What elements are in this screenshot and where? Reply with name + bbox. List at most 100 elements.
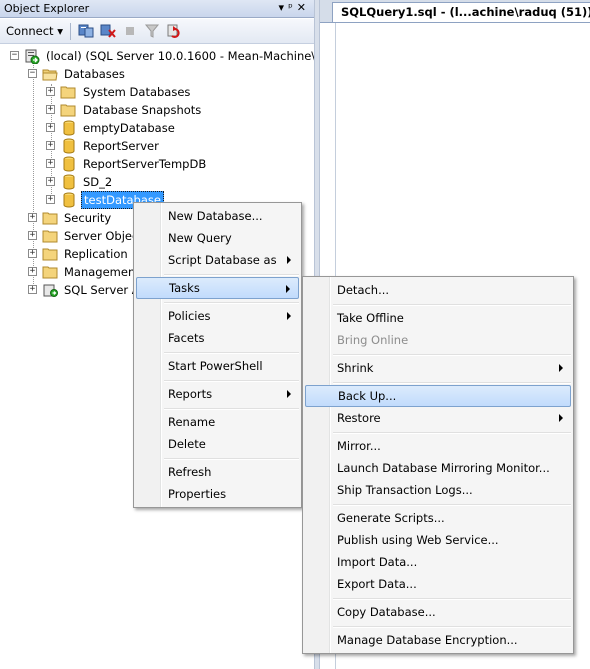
menu-item-export-data[interactable]: Export Data... bbox=[305, 573, 571, 595]
tab-sqlquery1[interactable]: SQLQuery1.sql - (l...achine\raduq (51)) bbox=[332, 2, 590, 22]
tree-label[interactable]: ReportServer bbox=[83, 137, 159, 155]
tree-node-server[interactable]: − (local) (SQL Server 10.0.1600 - Mean-M… bbox=[6, 47, 342, 65]
tree-node-emptydatabase[interactable]: + emptyDatabase bbox=[6, 119, 314, 137]
menu-item-new-database[interactable]: New Database... bbox=[136, 205, 299, 227]
tree-label[interactable]: Server Object bbox=[64, 227, 143, 245]
object-explorer-toolbar: Connect ▾ bbox=[0, 19, 314, 44]
menu-item-publish-web-service[interactable]: Publish using Web Service... bbox=[305, 529, 571, 551]
database-icon bbox=[63, 156, 75, 172]
tree-label[interactable]: System Databases bbox=[83, 83, 190, 101]
filter-icon[interactable] bbox=[144, 24, 160, 38]
menu-item-policies[interactable]: Policies bbox=[136, 305, 299, 327]
submenu-arrow-icon bbox=[559, 414, 563, 422]
tree-node-database-snapshots[interactable]: + Database Snapshots bbox=[6, 101, 314, 119]
folder-icon bbox=[42, 266, 58, 279]
tree-label-server[interactable]: (local) (SQL Server 10.0.1600 - Mean-Mac… bbox=[46, 47, 342, 65]
expand-icon[interactable]: + bbox=[28, 249, 37, 258]
menu-separator bbox=[333, 382, 571, 384]
menu-item-reports[interactable]: Reports bbox=[136, 383, 299, 405]
menu-item-take-offline[interactable]: Take Offline bbox=[305, 307, 571, 329]
menu-item-delete[interactable]: Delete bbox=[136, 433, 299, 455]
toolbar-separator bbox=[70, 23, 71, 40]
refresh-icon[interactable] bbox=[166, 24, 182, 38]
folder-icon bbox=[60, 104, 76, 117]
menu-item-new-query[interactable]: New Query bbox=[136, 227, 299, 249]
stop-icon[interactable] bbox=[122, 24, 138, 38]
register-server-icon[interactable] bbox=[78, 24, 94, 38]
menu-separator bbox=[164, 408, 299, 410]
tree-node-reportserver[interactable]: + ReportServer bbox=[6, 137, 314, 155]
menu-item-detach[interactable]: Detach... bbox=[305, 279, 571, 301]
database-icon bbox=[63, 174, 75, 190]
menu-item-tasks[interactable]: Tasks bbox=[136, 277, 299, 299]
submenu-arrow-icon bbox=[287, 390, 291, 398]
menu-separator bbox=[164, 458, 299, 460]
expand-icon[interactable]: + bbox=[46, 177, 55, 186]
tree-label[interactable]: Managemen bbox=[64, 263, 135, 281]
menu-item-bring-online[interactable]: Bring Online bbox=[305, 329, 571, 351]
collapse-icon[interactable]: − bbox=[10, 51, 19, 60]
tree-label-databases[interactable]: Databases bbox=[64, 65, 125, 83]
expand-icon[interactable]: + bbox=[28, 231, 37, 240]
expand-icon[interactable]: + bbox=[46, 87, 55, 96]
menu-item-rename[interactable]: Rename bbox=[136, 411, 299, 433]
submenu-arrow-icon bbox=[287, 256, 291, 264]
database-icon bbox=[63, 138, 75, 154]
tree-label[interactable]: Database Snapshots bbox=[83, 101, 201, 119]
expand-icon[interactable]: + bbox=[28, 267, 37, 276]
expand-icon[interactable]: + bbox=[46, 141, 55, 150]
document-tabstrip: SQLQuery1.sql - (l...achine\raduq (51)) bbox=[320, 0, 590, 23]
menu-item-start-powershell[interactable]: Start PowerShell bbox=[136, 355, 299, 377]
menu-separator bbox=[333, 504, 571, 506]
expand-icon[interactable]: + bbox=[46, 159, 55, 168]
expand-icon[interactable]: + bbox=[46, 105, 55, 114]
menu-item-refresh[interactable]: Refresh bbox=[136, 461, 299, 483]
menu-separator bbox=[164, 352, 299, 354]
menu-item-launch-mirroring-monitor[interactable]: Launch Database Mirroring Monitor... bbox=[305, 457, 571, 479]
folder-open-icon bbox=[42, 69, 58, 81]
expand-icon[interactable]: + bbox=[28, 213, 37, 222]
menu-item-restore[interactable]: Restore bbox=[305, 407, 571, 429]
menu-separator bbox=[164, 380, 299, 382]
close-icon[interactable]: ✕ bbox=[297, 1, 310, 14]
connect-button[interactable]: Connect ▾ bbox=[6, 24, 63, 38]
menu-item-back-up[interactable]: Back Up... bbox=[305, 385, 571, 407]
menu-item-ship-transaction-logs[interactable]: Ship Transaction Logs... bbox=[305, 479, 571, 501]
expand-icon[interactable]: + bbox=[46, 195, 55, 204]
tree-label[interactable]: Security bbox=[64, 209, 111, 227]
menu-item-properties[interactable]: Properties bbox=[136, 483, 299, 505]
tree-node-databases[interactable]: − Databases bbox=[6, 65, 314, 83]
object-explorer-titlebar: Object Explorer ▾ᵖ✕ bbox=[0, 0, 314, 18]
tree-node-sd-2[interactable]: + SD_2 bbox=[6, 173, 314, 191]
menu-separator bbox=[333, 432, 571, 434]
menu-item-script-database-as[interactable]: Script Database as bbox=[136, 249, 299, 271]
tree-label[interactable]: ReportServerTempDB bbox=[83, 155, 206, 173]
tree-node-system-databases[interactable]: + System Databases bbox=[6, 83, 314, 101]
pin-icon[interactable]: ᵖ bbox=[288, 1, 297, 14]
database-icon bbox=[63, 192, 75, 208]
folder-icon bbox=[42, 230, 58, 243]
tree-label[interactable]: Replication bbox=[64, 245, 128, 263]
tree-label[interactable]: SQL Server A bbox=[64, 281, 140, 299]
disconnect-icon[interactable] bbox=[100, 24, 116, 38]
expand-icon[interactable]: + bbox=[28, 285, 37, 294]
menu-item-facets[interactable]: Facets bbox=[136, 327, 299, 349]
menu-item-import-data[interactable]: Import Data... bbox=[305, 551, 571, 573]
folder-icon bbox=[42, 212, 58, 225]
panel-controls[interactable]: ▾ᵖ✕ bbox=[279, 1, 310, 14]
tree-label[interactable]: emptyDatabase bbox=[83, 119, 175, 137]
database-context-menu: New Database... New Query Script Databas… bbox=[133, 202, 302, 508]
menu-item-mirror[interactable]: Mirror... bbox=[305, 435, 571, 457]
menu-separator bbox=[333, 354, 571, 356]
tree-label[interactable]: SD_2 bbox=[83, 173, 112, 191]
menu-separator bbox=[164, 302, 299, 304]
dropdown-icon[interactable]: ▾ bbox=[279, 1, 289, 14]
menu-separator bbox=[164, 274, 299, 276]
menu-item-shrink[interactable]: Shrink bbox=[305, 357, 571, 379]
collapse-icon[interactable]: − bbox=[28, 69, 37, 78]
tree-node-reportservertempdb[interactable]: + ReportServerTempDB bbox=[6, 155, 314, 173]
expand-icon[interactable]: + bbox=[46, 123, 55, 132]
menu-item-manage-encryption[interactable]: Manage Database Encryption... bbox=[305, 629, 571, 651]
menu-item-copy-database[interactable]: Copy Database... bbox=[305, 601, 571, 623]
menu-item-generate-scripts[interactable]: Generate Scripts... bbox=[305, 507, 571, 529]
